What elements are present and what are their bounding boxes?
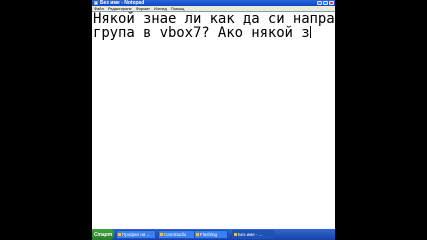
taskbar-item-notepad[interactable]: Без име - ... bbox=[232, 230, 274, 239]
start-label: Старт bbox=[93, 231, 113, 238]
taskbar-item-label: CamStudio bbox=[164, 232, 187, 237]
text-editor[interactable]: Някой знае ли как да си направя група в … bbox=[92, 11, 335, 229]
screen: Без име - Notepad Файл Редактиране Форма… bbox=[92, 0, 335, 240]
close-icon[interactable] bbox=[329, 1, 334, 5]
maximize-icon[interactable] bbox=[323, 1, 328, 5]
notepad-icon bbox=[234, 233, 237, 236]
text-caret bbox=[309, 26, 311, 38]
taskbar-item-label: Без име - ... bbox=[238, 232, 263, 237]
taskbar-item-camstudio[interactable]: CamStudio bbox=[158, 230, 198, 239]
taskbar-item-flashing[interactable]: Flashing bbox=[194, 230, 228, 239]
taskbar: Старт Профил на ... CamStudio Flashing Б… bbox=[92, 229, 335, 240]
editor-line-with-caret: група в vbox7? Ако някой з bbox=[93, 26, 334, 40]
taskbar-item-browser[interactable]: Профил на ... bbox=[116, 230, 156, 239]
notepad-icon bbox=[94, 1, 98, 5]
flash-icon bbox=[196, 233, 199, 236]
editor-line: Някой знае ли как да си направя bbox=[93, 11, 335, 27]
minimize-icon[interactable] bbox=[317, 1, 322, 5]
taskbar-item-label: Flashing bbox=[200, 232, 218, 237]
camstudio-icon bbox=[160, 233, 163, 236]
window-controls bbox=[317, 1, 334, 5]
taskbar-item-label: Профил на ... bbox=[122, 232, 151, 237]
browser-icon bbox=[118, 233, 121, 236]
editor-line-text: група в vbox7? Ако някой з bbox=[93, 25, 310, 41]
start-button[interactable]: Старт bbox=[92, 229, 114, 240]
